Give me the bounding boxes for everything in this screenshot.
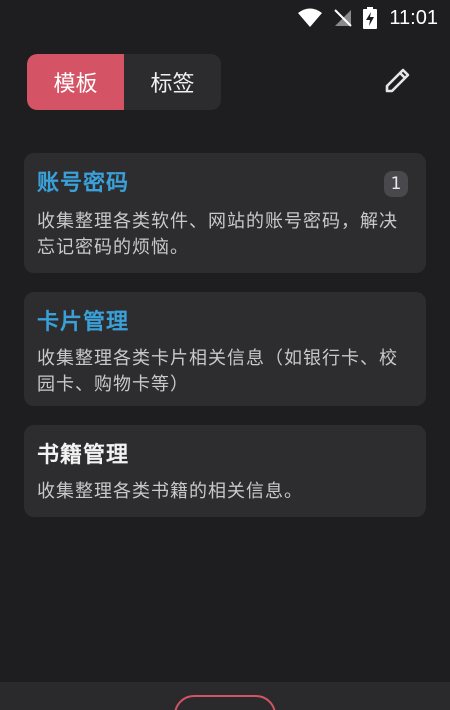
card-card-management[interactable]: 卡片管理 收集整理各类卡片相关信息（如银行卡、校园卡、购物卡等） <box>24 292 426 406</box>
battery-charging-icon <box>363 7 378 29</box>
card-description: 收集整理各类书籍的相关信息。 <box>37 481 303 502</box>
edit-button[interactable] <box>378 62 418 102</box>
no-signal-icon <box>333 8 353 28</box>
tab-templates[interactable]: 模板 <box>27 54 124 110</box>
app-screen: 11:01 模板 标签 账号密码 1 收集整理各类软件、网站的账号密码，解决忘记… <box>0 0 450 710</box>
card-title: 书籍管理 <box>37 443 130 468</box>
status-bar: 11:01 <box>0 0 450 36</box>
tab-tags[interactable]: 标签 <box>124 54 221 110</box>
card-title: 账号密码 <box>37 171 130 196</box>
card-account-password[interactable]: 账号密码 1 收集整理各类软件、网站的账号密码，解决忘记密码的烦恼。 <box>24 153 426 273</box>
card-description: 收集整理各类软件、网站的账号密码，解决忘记密码的烦恼。 <box>37 211 398 258</box>
add-button[interactable] <box>174 695 276 710</box>
wifi-icon <box>297 8 323 28</box>
card-title: 卡片管理 <box>37 310 130 335</box>
status-time: 11:01 <box>389 6 438 29</box>
pencil-icon <box>382 64 414 100</box>
count-badge: 1 <box>384 171 408 197</box>
segmented-tabs: 模板 标签 <box>27 54 221 110</box>
card-description: 收集整理各类卡片相关信息（如银行卡、校园卡、购物卡等） <box>37 348 398 395</box>
card-book-management[interactable]: 书籍管理 收集整理各类书籍的相关信息。 <box>24 425 426 517</box>
